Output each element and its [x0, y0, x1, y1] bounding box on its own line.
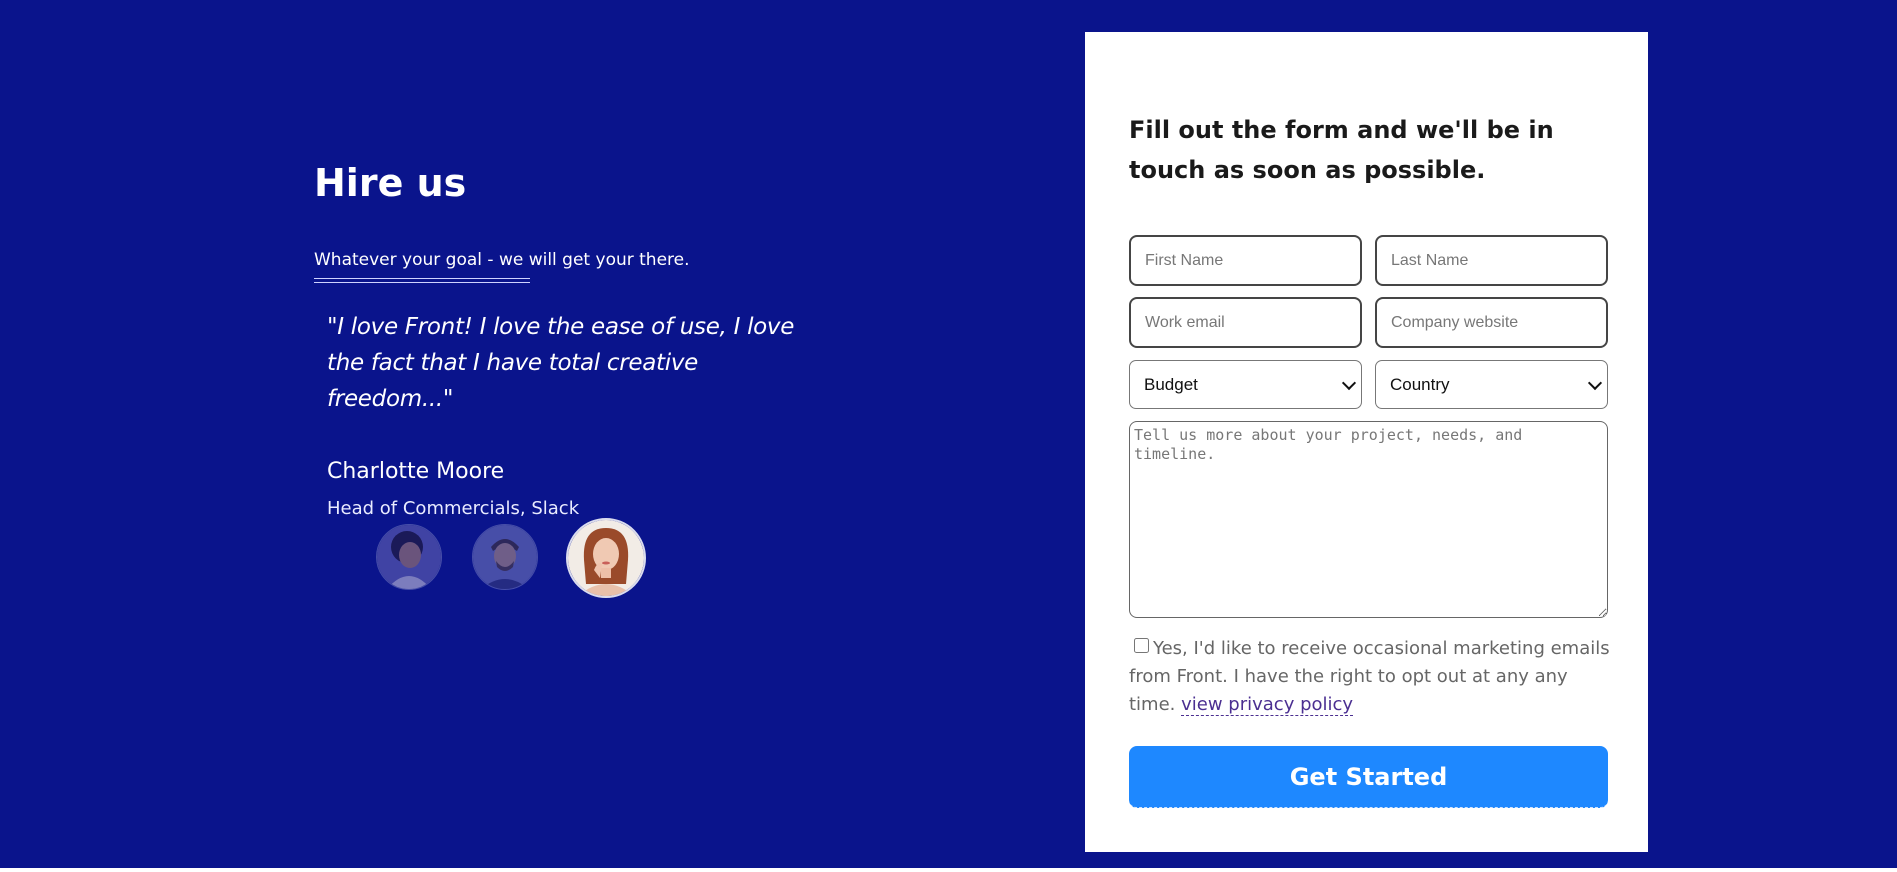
budget-select[interactable]: Budget [1129, 360, 1362, 409]
first-name-input[interactable] [1129, 235, 1362, 286]
bottom-strip [0, 868, 1897, 872]
testimonial-section: Hire us Whatever your goal - we will get… [314, 160, 914, 519]
country-select[interactable]: Country [1375, 360, 1608, 409]
privacy-policy-link[interactable]: view privacy policy [1181, 694, 1354, 716]
work-email-input[interactable] [1129, 297, 1362, 348]
form-title: Fill out the form and we'll be in touch … [1129, 116, 1554, 184]
company-website-input[interactable] [1375, 297, 1608, 348]
last-name-input[interactable] [1375, 235, 1608, 286]
project-details-textarea[interactable] [1129, 421, 1608, 618]
avatar-man-beard[interactable] [472, 524, 538, 590]
marketing-consent: Yes, I'd like to receive occasional mark… [1129, 635, 1613, 719]
marketing-consent-checkbox[interactable] [1134, 638, 1149, 653]
subtitle-underline [314, 278, 530, 283]
testimonial-author: Charlotte Moore [327, 459, 505, 484]
subtitle: Whatever your goal - we will get your th… [314, 250, 690, 270]
page-title: Hire us [314, 161, 467, 205]
avatar-woman-curly-hair[interactable] [376, 524, 442, 590]
get-started-button[interactable]: Get Started [1129, 746, 1608, 808]
testimonial-quote: "I love Front! I love the ease of use, I… [327, 314, 795, 412]
avatar-woman-redhead[interactable] [566, 518, 646, 598]
contact-form-card: Fill out the form and we'll be in touch … [1085, 32, 1648, 852]
testimonial-role: Head of Commercials, Slack [327, 498, 580, 519]
